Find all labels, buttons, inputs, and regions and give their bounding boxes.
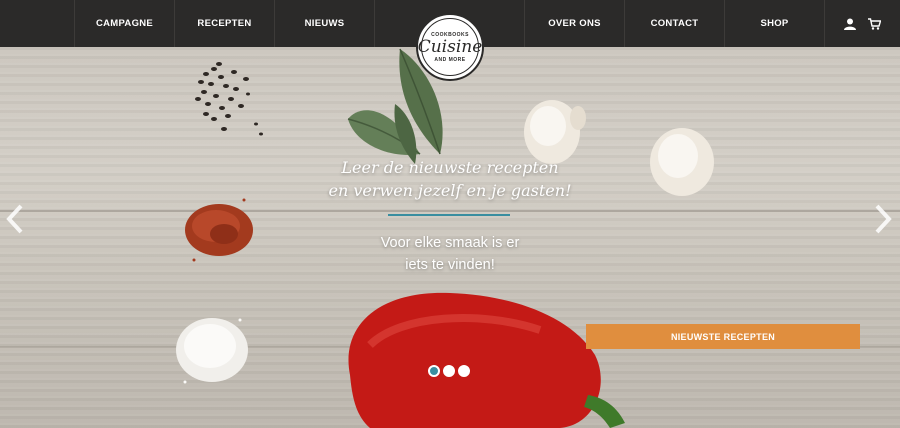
paprika-powder-image [185,198,253,262]
nav-item-nieuws[interactable]: NIEUWS [275,0,375,47]
black-seeds-image [195,62,263,136]
salt-pile-image [176,318,248,384]
slider-dot[interactable] [443,365,455,377]
mushroom-image [650,128,714,196]
nav-item-recepten[interactable]: RECEPTEN [175,0,275,47]
slider-prev-arrow-icon[interactable] [4,203,26,235]
cart-icon[interactable] [868,17,881,30]
hero-subline-line: Voor elke smaak is er [380,235,520,251]
slider-next-arrow-icon[interactable] [872,203,894,235]
hero-headline-line: Leer de nieuwste recepten [341,158,559,177]
site-logo[interactable]: COOKBOOKS Cuisine AND MORE [416,13,484,81]
nav-item-shop[interactable]: SHOP [725,0,825,47]
nav-item-over-ons[interactable]: OVER ONS [525,0,625,47]
slider-pagination [428,365,470,377]
hero-subline-line: iets te vinden! [405,257,495,273]
nav-item-contact[interactable]: CONTACT [625,0,725,47]
nav-item-campagne[interactable]: CAMPAGNE [75,0,175,47]
hero-headline-line: en verwen jezelf en je gasten! [328,181,572,200]
logo-main-text: Cuisine [417,36,483,57]
logo-inner-ring: COOKBOOKS Cuisine AND MORE [418,18,482,76]
red-pepper-image [348,292,625,428]
slider-dot[interactable] [428,365,440,377]
user-icon[interactable] [844,18,856,30]
nav-icons [825,0,900,47]
newest-recipes-button[interactable]: NIEUWSTE RECEPTEN [586,324,860,349]
hero-divider [388,214,510,216]
hero-headline: Leer de nieuwste recepten en verwen jeze… [320,156,580,202]
hero-subline: Voor elke smaak is er iets te vinden! [330,232,570,276]
logo-bottom-text: AND MORE [434,56,466,63]
wood-plank-line [0,210,900,212]
nav-spacer [0,0,75,47]
slider-dot[interactable] [458,365,470,377]
